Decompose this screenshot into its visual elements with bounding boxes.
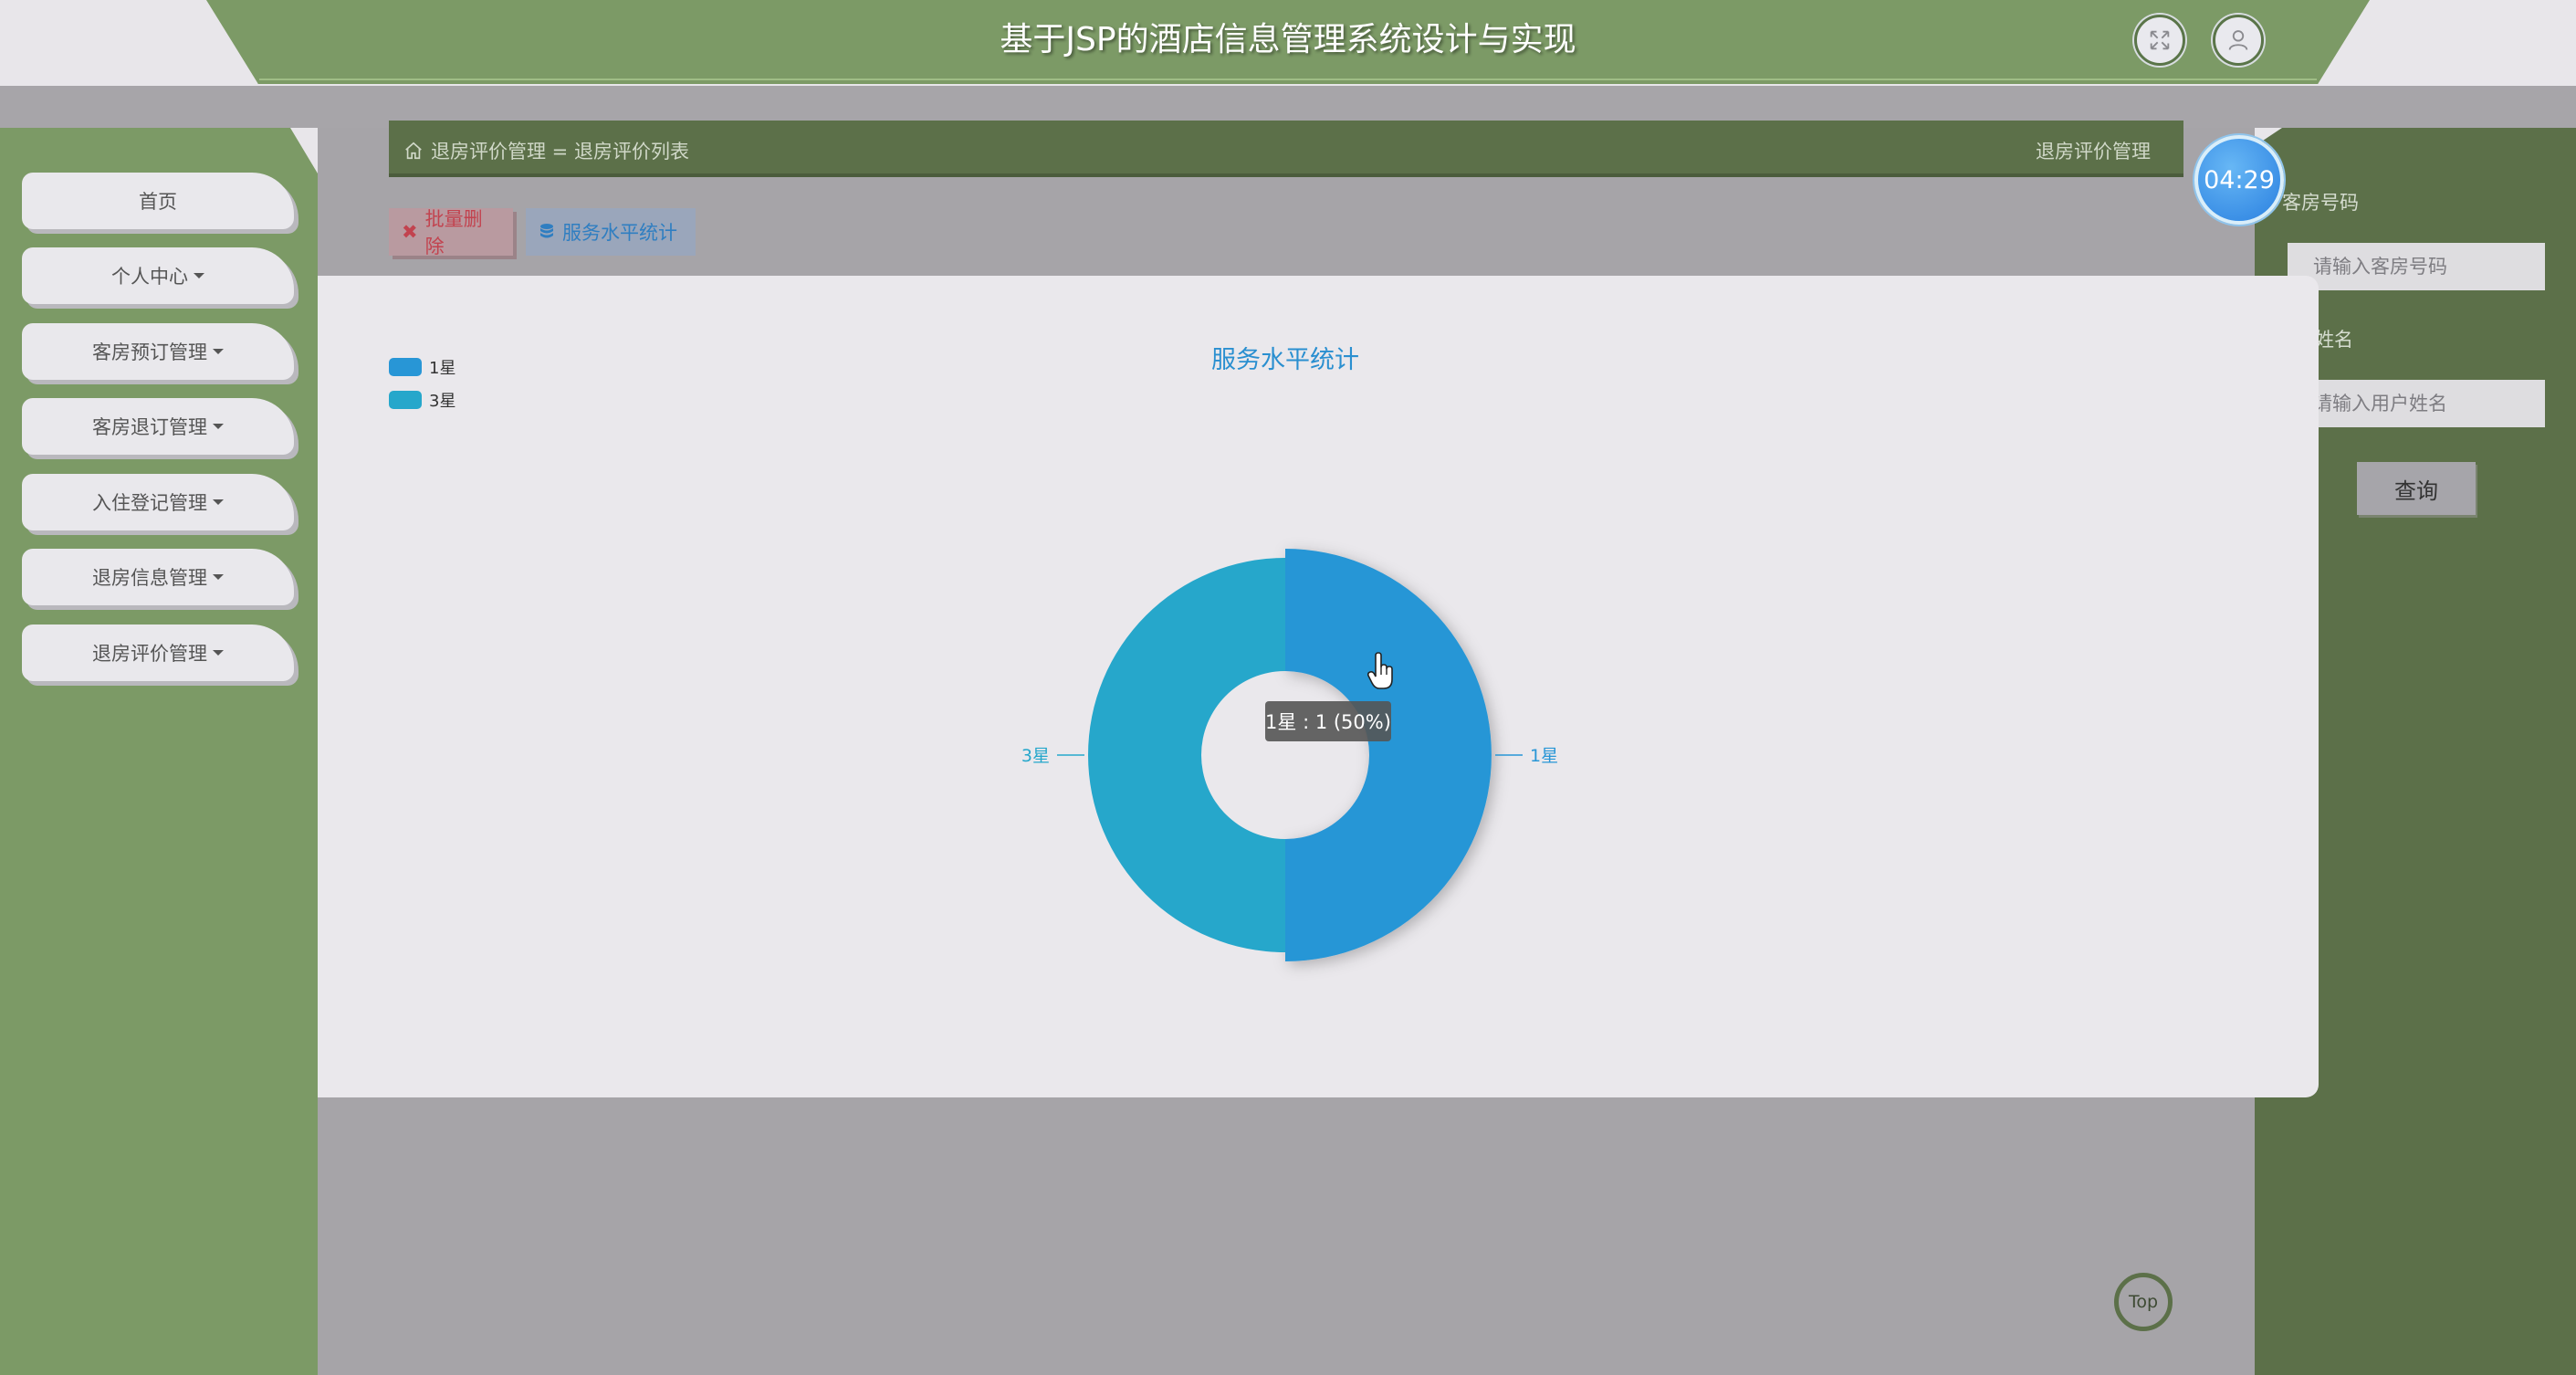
tooltip-text: 1星 : 1 (50%) xyxy=(1265,711,1391,733)
legend-label[interactable]: 1星 xyxy=(429,359,456,378)
caret-down-icon xyxy=(213,650,224,656)
caret-down-icon xyxy=(213,424,224,429)
sidebar-item-label: 退房信息管理 xyxy=(92,567,207,589)
batch-delete-label: 批量删除 xyxy=(424,208,483,257)
sidebar-item-label: 入住登记管理 xyxy=(92,492,207,514)
breadcrumb-current: 退房评价管理 xyxy=(2036,141,2151,163)
slice-label: 1星 xyxy=(1530,746,1558,766)
sidebar-item-label: 首页 xyxy=(139,191,177,213)
legend-swatch[interactable] xyxy=(389,358,422,376)
caret-down-icon xyxy=(213,349,224,354)
pie-slice-2[interactable] xyxy=(1088,558,1285,952)
hand-cursor-icon xyxy=(1367,652,1393,689)
site-title: 基于JSP的酒店信息管理系统设计与实现 xyxy=(1000,21,1576,58)
header-bar: 基于JSP的酒店信息管理系统设计与实现 xyxy=(206,0,2370,84)
header-underline xyxy=(259,79,2317,80)
caret-down-icon xyxy=(213,499,224,505)
service-stats-label: 服务水平统计 xyxy=(562,222,677,244)
sidebar-corner xyxy=(290,128,318,173)
sidebar-item-label: 退房评价管理 xyxy=(92,643,207,665)
close-icon: ✖ xyxy=(402,221,418,243)
chart-title: 服务水平统计 xyxy=(1211,346,1359,374)
name-input[interactable] xyxy=(2288,380,2545,427)
sidebar-item-checkout-info[interactable]: 退房信息管理 xyxy=(22,549,294,605)
fullscreen-icon xyxy=(2150,30,2170,50)
database-icon xyxy=(540,224,553,238)
donut-chart: 服务水平统计 1星 3星 1星 3星 1星 : 1 (50%) xyxy=(389,346,1558,961)
sidebar-item-label: 个人中心 xyxy=(111,266,188,288)
user-button[interactable] xyxy=(2213,15,2264,66)
legend-label[interactable]: 3星 xyxy=(429,392,456,411)
caret-down-icon xyxy=(194,273,204,278)
caret-down-icon xyxy=(213,574,224,580)
chart-tooltip: 1星 : 1 (50%) xyxy=(1265,701,1391,741)
chart-legend: 1星 3星 xyxy=(389,358,456,411)
chart-slices xyxy=(1088,549,1492,961)
countdown-clock: 04:29 xyxy=(2194,135,2284,225)
batch-delete-button[interactable]: ✖ 批量删除 xyxy=(389,208,513,257)
sidebar-item-room-cancel[interactable]: 客房退订管理 xyxy=(22,398,294,455)
room-number-input[interactable] xyxy=(2288,243,2545,290)
sidebar-item-personal-center[interactable]: 个人中心 xyxy=(22,247,294,304)
sidebar-item-checkin[interactable]: 入住登记管理 xyxy=(22,474,294,530)
sidebar-item-label: 客房退订管理 xyxy=(92,416,207,438)
sidebar-item-room-booking[interactable]: 客房预订管理 xyxy=(22,323,294,380)
sidebar xyxy=(0,128,318,1375)
service-stats-button[interactable]: 服务水平统计 xyxy=(526,208,696,256)
breadcrumb-text: 退房评价管理 = 退房评价列表 xyxy=(431,141,689,163)
search-button[interactable]: 查询 xyxy=(2357,462,2476,515)
pie-slice-1[interactable] xyxy=(1285,549,1492,961)
sidebar-item-label: 客房预订管理 xyxy=(92,341,207,363)
breadcrumb-path: 退房评价管理 = 退房评价列表 xyxy=(403,137,689,164)
slice-label: 3星 xyxy=(1021,746,1050,766)
chart-modal: 服务水平统计 1星 3星 1星 3星 1星 : 1 (50%) xyxy=(318,276,2319,1097)
sidebar-item-checkout-review[interactable]: 退房评价管理 xyxy=(22,625,294,681)
back-to-top-button[interactable]: Top xyxy=(2114,1273,2173,1331)
user-icon xyxy=(2228,30,2248,50)
fullscreen-button[interactable] xyxy=(2134,15,2185,66)
breadcrumb: 退房评价管理 = 退房评价列表 退房评价管理 xyxy=(389,121,2183,177)
name-label: 姓名 xyxy=(2315,329,2353,351)
sidebar-item-home[interactable]: 首页 xyxy=(22,173,294,229)
room-number-label: 客房号码 xyxy=(2282,192,2359,214)
legend-swatch[interactable] xyxy=(389,391,422,409)
home-icon[interactable] xyxy=(403,141,424,161)
